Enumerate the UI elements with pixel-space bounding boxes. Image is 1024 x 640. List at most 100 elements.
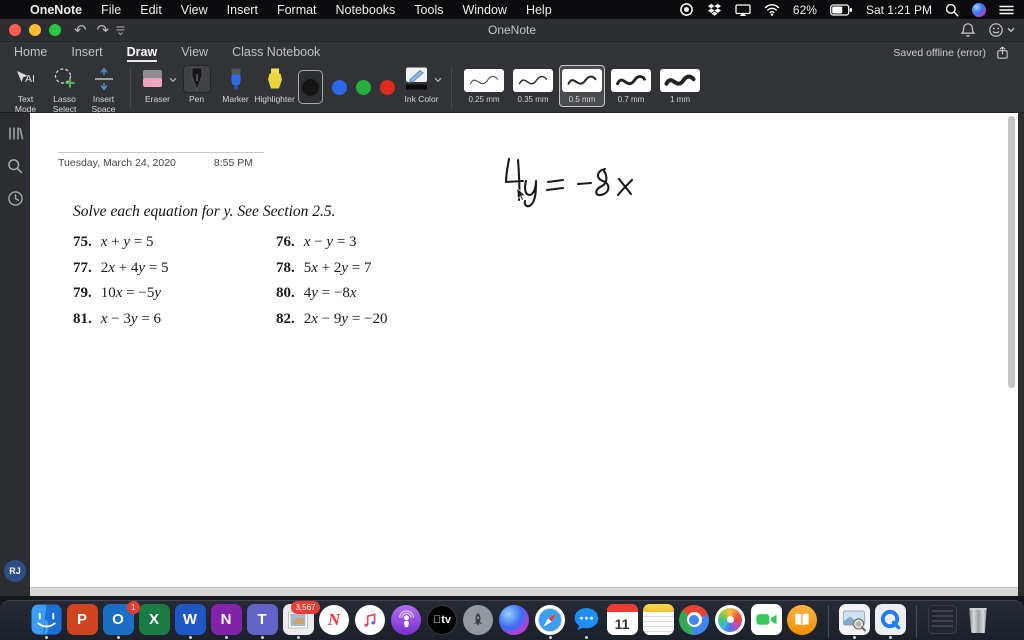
dock-icon-stack[interactable] — [927, 604, 958, 635]
notification-badge: 1 — [127, 601, 140, 614]
color-swatch-blue[interactable] — [332, 79, 347, 95]
close-window-button[interactable] — [9, 24, 21, 36]
dock-icon-finder[interactable] — [30, 604, 62, 635]
dock-icon-quicktime[interactable] — [874, 604, 906, 635]
thickness-1mm[interactable]: 1 mm — [657, 65, 703, 107]
dock-icon-mail[interactable]: 3,567 — [282, 601, 320, 635]
dock-icon-safari[interactable] — [535, 604, 566, 635]
thickness-025mm[interactable]: 0.25 mm — [461, 65, 507, 107]
dock-item-music — [354, 604, 387, 639]
dock-icon-chrome[interactable] — [679, 604, 710, 635]
dock-icon-trash[interactable] — [963, 604, 994, 635]
ink-color-button[interactable]: Ink Color — [400, 65, 443, 104]
notification-center-icon[interactable] — [999, 4, 1014, 16]
dropbox-icon[interactable] — [707, 3, 722, 17]
dock-icon-siri[interactable] — [499, 604, 530, 635]
zoom-window-button[interactable] — [49, 24, 61, 36]
dock-icon-preview[interactable] — [838, 604, 870, 635]
color-swatch-red[interactable] — [380, 79, 395, 95]
menu-window[interactable]: Window — [462, 3, 506, 17]
tool-pen[interactable]: Pen — [178, 65, 215, 104]
insert-space-icon — [91, 65, 117, 93]
dock-icon-rocket[interactable] — [463, 604, 494, 635]
menu-tools[interactable]: Tools — [414, 3, 443, 17]
dock-icon-appletv[interactable]: tv — [427, 604, 458, 635]
dock-icon-photos[interactable] — [715, 604, 746, 635]
dock-icon-news[interactable]: N — [319, 604, 350, 635]
dock-icon-calendar[interactable]: 11 — [606, 604, 638, 635]
menu-notebooks[interactable]: Notebooks — [336, 3, 396, 17]
menu-edit[interactable]: Edit — [140, 3, 162, 17]
airplay-display-icon[interactable] — [735, 3, 751, 17]
tab-view[interactable]: View — [181, 45, 208, 62]
recent-clock-icon[interactable] — [7, 190, 24, 207]
chevron-down-icon[interactable] — [169, 70, 177, 88]
horizontal-scrollbar[interactable] — [30, 587, 1018, 596]
tool-label: Eraser — [144, 94, 171, 104]
running-indicator-dot — [116, 636, 120, 639]
problem-item: 80. 4y = −8x — [276, 285, 387, 302]
tab-insert[interactable]: Insert — [71, 45, 102, 62]
undo-button[interactable]: ↶ — [74, 23, 87, 38]
thickness-035mm[interactable]: 0.35 mm — [510, 65, 556, 107]
running-indicator-dot — [224, 636, 228, 639]
minimize-window-button[interactable] — [29, 24, 41, 36]
dock-icon-powerpoint[interactable]: P — [66, 604, 98, 635]
thickness-05mm[interactable]: 0.5 mm — [559, 65, 605, 107]
menu-insert[interactable]: Insert — [227, 3, 258, 17]
tool-insert-space[interactable]: Insert Space — [85, 65, 122, 114]
ribbon-tabs: Home Insert Draw View Class Notebook Saved o… — [0, 42, 1024, 62]
menu-file[interactable]: File — [101, 3, 121, 17]
dock-icon-notes[interactable] — [642, 604, 674, 635]
tab-home[interactable]: Home — [14, 45, 47, 62]
dock-item-stack — [926, 604, 959, 639]
user-avatar[interactable]: RJ — [4, 560, 26, 582]
notebooks-icon[interactable] — [7, 125, 24, 142]
notifications-bell-icon[interactable] — [960, 22, 976, 38]
chevron-down-icon[interactable] — [434, 70, 442, 88]
battery-icon — [830, 3, 852, 16]
dock-item-teams: T — [246, 604, 279, 639]
screen-record-icon[interactable] — [679, 2, 694, 17]
dock-icon-facetime[interactable] — [750, 604, 782, 635]
tool-highlighter[interactable]: Highlighter — [254, 65, 295, 104]
dock-icon-outlook[interactable]: O1 — [102, 601, 140, 635]
dock-item-photos — [714, 604, 747, 639]
color-swatch-black[interactable] — [302, 78, 319, 96]
spotlight-search-icon[interactable] — [945, 3, 959, 17]
tool-marker[interactable]: Marker — [217, 65, 254, 104]
redo-button[interactable]: ↷ — [97, 23, 110, 38]
running-indicator-dot — [584, 636, 588, 639]
dock-icon-books[interactable] — [787, 604, 818, 635]
thickness-07mm[interactable]: 0.7 mm — [608, 65, 654, 107]
siri-icon[interactable] — [972, 2, 986, 17]
dock-icon-onenote[interactable]: N — [210, 604, 242, 635]
dock-icon-music[interactable] — [355, 604, 386, 635]
menu-view[interactable]: View — [181, 3, 208, 17]
tool-text-mode[interactable]: AI Text Mode — [7, 65, 44, 114]
handwritten-ink-annotation[interactable] — [495, 148, 645, 213]
share-icon[interactable] — [995, 45, 1010, 60]
color-swatch-green[interactable] — [356, 79, 371, 95]
dock-icon-podcasts[interactable] — [391, 604, 422, 635]
tab-class-notebook[interactable]: Class Notebook — [232, 45, 320, 62]
dock-icon-teams[interactable]: T — [246, 604, 278, 635]
tab-draw[interactable]: Draw — [126, 45, 158, 62]
dock-icon-messages[interactable] — [571, 604, 602, 635]
vertical-scrollbar[interactable] — [1008, 116, 1015, 388]
dock-icon-word[interactable]: W — [174, 604, 206, 635]
wifi-icon[interactable] — [764, 3, 780, 16]
draw-toolbar: AI Text Mode Lasso Select Insert Space Eras… — [0, 62, 1024, 114]
menubar-clock[interactable]: Sat 1:21 PM — [866, 3, 932, 17]
search-icon[interactable] — [7, 158, 23, 174]
menu-format[interactable]: Format — [277, 3, 317, 17]
dock-icon-excel[interactable]: X — [138, 604, 170, 635]
notebook-page[interactable]: Tuesday, March 24, 2020 8:55 PM Solve ea… — [30, 113, 1018, 587]
tool-eraser[interactable]: Eraser — [139, 65, 176, 104]
feedback-smiley-icon[interactable] — [988, 22, 1004, 38]
menu-help[interactable]: Help — [526, 3, 552, 17]
menu-onenote[interactable]: OneNote — [30, 3, 82, 17]
tool-lasso-select[interactable]: Lasso Select — [46, 65, 83, 114]
dock-item-books — [786, 604, 819, 639]
customize-toolbar-icon[interactable] — [114, 25, 127, 36]
